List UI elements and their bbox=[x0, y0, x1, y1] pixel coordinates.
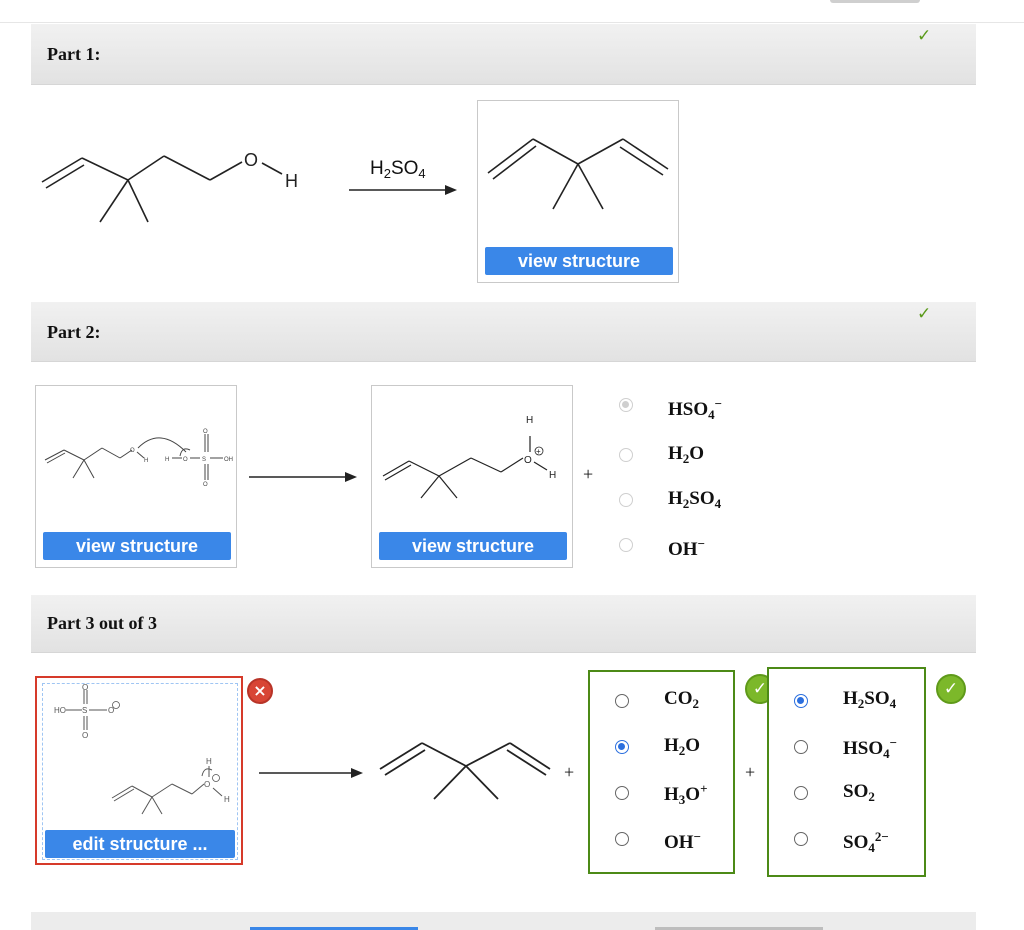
part2-title: Part 2: bbox=[47, 322, 101, 342]
part1-view-structure-button[interactable]: view structure bbox=[485, 247, 673, 275]
top-divider bbox=[0, 22, 1024, 23]
part2-right-view-structure-button[interactable]: view structure bbox=[379, 532, 567, 560]
reactant-oxygen-label: O bbox=[244, 150, 258, 170]
part3-g1-h2o-radio[interactable] bbox=[615, 740, 629, 754]
svg-text:S: S bbox=[202, 457, 206, 463]
svg-text:+: + bbox=[536, 447, 541, 456]
part1-product-card[interactable]: view structure bbox=[477, 100, 679, 283]
part3-header: Part 3 out of 3 bbox=[31, 595, 976, 653]
part3-g1-option-h3o: H3O+ bbox=[664, 781, 708, 807]
part3-g1-option-oh: OH− bbox=[664, 829, 701, 853]
part2-header: Part 2: ✓ bbox=[31, 302, 976, 362]
part1-reaction-arrow bbox=[349, 185, 457, 195]
svg-text:H: H bbox=[224, 795, 230, 804]
part2-right-structure: H O H + bbox=[382, 415, 556, 499]
part2-reaction-arrow bbox=[249, 472, 357, 482]
part3-edit-structure-button[interactable]: edit structure ... bbox=[45, 830, 235, 858]
part2-left-structure: O H H O S OH O O bbox=[44, 429, 233, 486]
svg-text:O: O bbox=[204, 780, 210, 789]
part3-g2-h2so4-radio[interactable] bbox=[794, 694, 808, 708]
part2-option-hso4-radio[interactable] bbox=[619, 398, 633, 412]
part2-option-oh-radio[interactable] bbox=[619, 538, 633, 552]
svg-text:O: O bbox=[130, 448, 135, 454]
svg-text:H: H bbox=[144, 458, 148, 464]
svg-text:H: H bbox=[549, 470, 556, 481]
part1-product-structure bbox=[487, 138, 669, 210]
part3-error-icon: × bbox=[247, 678, 273, 704]
bottom-bar bbox=[31, 912, 976, 930]
part2-option-oh: OH− bbox=[668, 536, 705, 560]
part2-check-icon: ✓ bbox=[917, 304, 932, 324]
reactant-hydrogen-label: H bbox=[285, 171, 298, 191]
part3-title: Part 3 out of 3 bbox=[47, 613, 157, 633]
part3-g1-h3o-radio[interactable] bbox=[615, 786, 629, 800]
part3-g2-option-so4: SO42− bbox=[843, 829, 889, 855]
part3-g1-oh-radio[interactable] bbox=[615, 832, 629, 846]
svg-text:H: H bbox=[206, 757, 212, 766]
part1-reactant-structure: O H bbox=[41, 150, 298, 223]
part2-left-view-structure-button[interactable]: view structure bbox=[43, 532, 231, 560]
part2-option-h2so4-radio[interactable] bbox=[619, 493, 633, 507]
part3-edit-structure: HO S O O O H O H bbox=[54, 684, 230, 815]
part2-plus-sign: + bbox=[583, 464, 594, 484]
svg-text:O: O bbox=[82, 684, 88, 692]
part3-group2-check-icon: ✓ bbox=[936, 674, 966, 704]
svg-text:H: H bbox=[165, 457, 169, 463]
part1-title: Part 1: bbox=[47, 44, 101, 64]
part3-plus-sign-2: + bbox=[745, 762, 756, 782]
part2-right-card[interactable]: H O H + view structure bbox=[371, 385, 573, 568]
part2-option-hso4: HSO4− bbox=[668, 396, 723, 422]
part1-header: Part 1: ✓ bbox=[31, 24, 976, 85]
svg-text:O: O bbox=[82, 731, 88, 740]
part2-left-card[interactable]: O H H O S OH O O view structure bbox=[35, 385, 237, 568]
part3-product-structure bbox=[379, 742, 551, 800]
svg-text:O: O bbox=[183, 457, 188, 463]
part2-option-h2o-radio[interactable] bbox=[619, 448, 633, 462]
top-tab-stub bbox=[830, 0, 920, 3]
part3-g1-co2-radio[interactable] bbox=[615, 694, 629, 708]
svg-text:O: O bbox=[524, 455, 532, 466]
part2-option-h2so4: H2SO4 bbox=[668, 488, 722, 511]
part3-plus-sign-1: + bbox=[564, 762, 575, 782]
part3-g2-so4-radio[interactable] bbox=[794, 832, 808, 846]
part3-g1-option-co2: CO2 bbox=[664, 688, 699, 711]
part3-g2-option-hso4: HSO4− bbox=[843, 735, 898, 761]
svg-text:H: H bbox=[526, 415, 533, 426]
svg-text:HO: HO bbox=[54, 706, 66, 715]
part3-g2-option-so2: SO2 bbox=[843, 781, 875, 804]
svg-text:O: O bbox=[203, 482, 208, 486]
part3-edit-card[interactable]: HO S O O O H O H edit structure ... bbox=[35, 676, 243, 865]
part3-group1-box bbox=[588, 670, 735, 874]
svg-text:O: O bbox=[203, 429, 208, 435]
part3-g2-option-h2so4: H2SO4 bbox=[843, 688, 897, 711]
part2-option-h2o: H2O bbox=[668, 443, 705, 466]
part3-g2-hso4-radio[interactable] bbox=[794, 740, 808, 754]
part1-reagent-label: H2SO4 bbox=[370, 158, 426, 181]
svg-text:OH: OH bbox=[224, 457, 233, 463]
part3-g2-so2-radio[interactable] bbox=[794, 786, 808, 800]
part3-reaction-arrow bbox=[259, 768, 363, 778]
part3-g1-option-h2o: H2O bbox=[664, 735, 701, 758]
svg-text:S: S bbox=[82, 706, 87, 715]
part1-check-icon: ✓ bbox=[917, 26, 932, 46]
